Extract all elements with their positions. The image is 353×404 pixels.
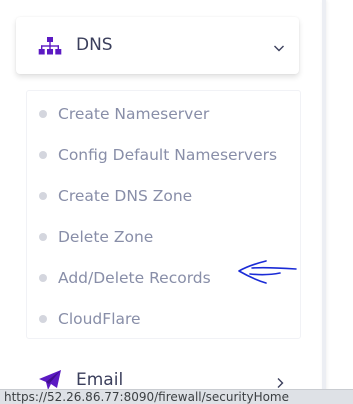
bullet-icon bbox=[39, 274, 47, 282]
submenu-item-label: Config Default Nameservers bbox=[58, 146, 278, 164]
bullet-icon bbox=[39, 110, 47, 118]
menu-item-dns-label: DNS bbox=[76, 35, 113, 55]
sidebar-scroll-edge bbox=[322, 0, 326, 404]
browser-status-bar: https://52.26.86.77:8090/firewall/securi… bbox=[0, 389, 353, 404]
submenu-item-label: Delete Zone bbox=[58, 228, 154, 246]
submenu-item-cloudflare[interactable]: CloudFlare bbox=[27, 301, 300, 331]
sitemap-icon bbox=[38, 37, 62, 55]
submenu-item-label: CloudFlare bbox=[58, 310, 141, 328]
submenu-item-label: Add/Delete Records bbox=[58, 269, 211, 287]
submenu-item-label: Create Nameserver bbox=[58, 105, 210, 123]
submenu-item-create-nameserver[interactable]: Create Nameserver bbox=[27, 96, 300, 126]
chevron-right-icon bbox=[275, 374, 285, 388]
paper-plane-icon bbox=[38, 369, 62, 391]
menu-item-email-label: Email bbox=[76, 370, 124, 390]
submenu-item-label: Create DNS Zone bbox=[58, 187, 193, 205]
bullet-icon bbox=[39, 192, 47, 200]
chevron-down-icon bbox=[273, 39, 285, 52]
menu-item-dns[interactable]: DNS bbox=[16, 17, 299, 74]
submenu-item-delete-zone[interactable]: Delete Zone bbox=[27, 219, 300, 249]
bullet-icon bbox=[39, 315, 47, 323]
page: DNS Create Nameserver Config Default Nam… bbox=[0, 0, 353, 404]
status-bar-url: https://52.26.86.77:8090/firewall/securi… bbox=[4, 390, 289, 404]
hand-drawn-arrow-left-icon bbox=[236, 258, 298, 286]
bullet-icon bbox=[39, 151, 47, 159]
bullet-icon bbox=[39, 233, 47, 241]
dns-submenu: Create Nameserver Config Default Nameser… bbox=[26, 90, 301, 339]
submenu-item-create-dns-zone[interactable]: Create DNS Zone bbox=[27, 178, 300, 208]
submenu-item-config-default-nameservers[interactable]: Config Default Nameservers bbox=[27, 137, 300, 167]
